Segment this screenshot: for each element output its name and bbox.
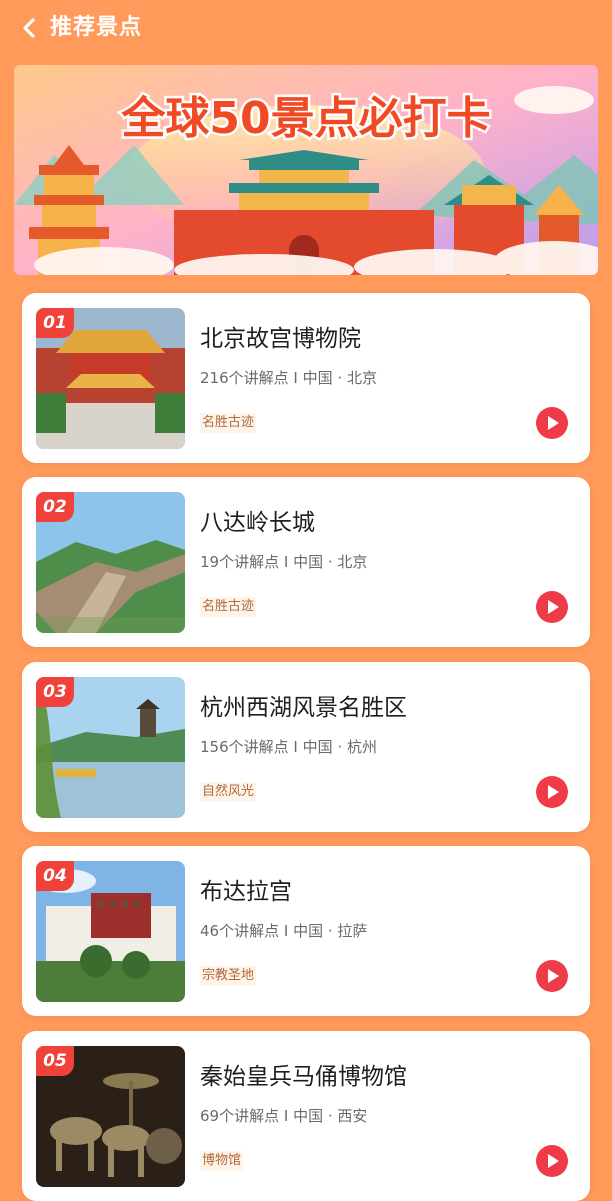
play-button[interactable] [536, 1145, 568, 1177]
spot-card[interactable]: 03 杭州西湖风景名胜区 156个讲解点 I 中国 · 杭州 自然风光 [22, 662, 590, 832]
play-icon [548, 785, 559, 799]
top-bar: 推荐景点 [0, 0, 612, 58]
spot-card[interactable]: 02 八达岭长城 19个讲解点 I 中国 · 北京 名胜古迹 [22, 477, 590, 647]
spot-points: 19个讲解点 [200, 553, 280, 571]
spot-meta: 216个讲解点 I 中国 · 北京 [200, 366, 377, 390]
category-tag: 自然风光 [200, 782, 257, 802]
play-button[interactable] [536, 591, 568, 623]
category-tag: 宗教圣地 [200, 966, 257, 986]
spot-thumbnail: 02 [36, 492, 185, 633]
meta-separator: I [293, 369, 298, 387]
rank-badge: 02 [36, 492, 74, 522]
spot-location: 中国 · 西安 [293, 1107, 368, 1125]
play-icon [548, 969, 559, 983]
spot-thumbnail: 04 [36, 861, 185, 1002]
spot-location: 中国 · 拉萨 [293, 922, 368, 940]
play-icon [548, 600, 559, 614]
spot-card[interactable]: 04 布达拉宫 46个讲解点 I 中国 · 拉萨 宗教圣地 [22, 846, 590, 1016]
spot-name: 秦始皇兵马俑博物馆 [200, 1064, 407, 1090]
category-tag: 名胜古迹 [200, 597, 257, 617]
rank-badge: 03 [36, 677, 74, 707]
spot-name: 杭州西湖风景名胜区 [200, 695, 407, 721]
spot-name: 布达拉宫 [200, 879, 292, 905]
rank-badge: 05 [36, 1046, 74, 1076]
banner-illustration: 全球50景点必打卡 [14, 65, 598, 275]
spot-thumbnail: 01 [36, 308, 185, 449]
spot-thumbnail: 03 [36, 677, 185, 818]
spot-name: 八达岭长城 [200, 510, 315, 536]
banner-headline: 全球50景点必打卡 [120, 93, 490, 144]
spot-card[interactable]: 01 北京故宫博物院 216个讲解点 I 中国 · 北京 名胜古迹 [22, 293, 590, 463]
spot-points: 69个讲解点 [200, 1107, 280, 1125]
spot-points: 46个讲解点 [200, 922, 280, 940]
spot-meta: 156个讲解点 I 中国 · 杭州 [200, 735, 377, 759]
promo-banner[interactable]: 全球50景点必打卡 [14, 65, 598, 275]
spot-name: 北京故宫博物院 [200, 326, 361, 352]
play-icon [548, 416, 559, 430]
spot-card[interactable]: 05 秦始皇兵马俑博物馆 69个讲解点 I 中国 · 西安 博物馆 [22, 1031, 590, 1201]
play-button[interactable] [536, 407, 568, 439]
spot-meta: 19个讲解点 I 中国 · 北京 [200, 550, 367, 574]
rank-badge: 04 [36, 861, 74, 891]
rank-badge: 01 [36, 308, 74, 338]
spot-location: 中国 · 北京 [302, 369, 377, 387]
play-button[interactable] [536, 776, 568, 808]
meta-separator: I [293, 738, 298, 756]
spot-meta: 69个讲解点 I 中国 · 西安 [200, 1104, 367, 1128]
back-button[interactable] [16, 12, 42, 44]
meta-separator: I [283, 1107, 289, 1125]
category-tag: 名胜古迹 [200, 413, 257, 433]
page-title: 推荐景点 [50, 15, 143, 40]
category-tag: 博物馆 [200, 1151, 244, 1171]
play-button[interactable] [536, 960, 568, 992]
spot-points: 156个讲解点 [200, 738, 289, 756]
spot-location: 中国 · 北京 [293, 553, 368, 571]
spot-points: 216个讲解点 [200, 369, 289, 387]
meta-separator: I [283, 553, 289, 571]
play-icon [548, 1154, 559, 1168]
spot-meta: 46个讲解点 I 中国 · 拉萨 [200, 919, 367, 943]
spot-thumbnail: 05 [36, 1046, 185, 1187]
spot-location: 中国 · 杭州 [302, 738, 377, 756]
meta-separator: I [283, 922, 289, 940]
chevron-left-icon [23, 18, 35, 38]
